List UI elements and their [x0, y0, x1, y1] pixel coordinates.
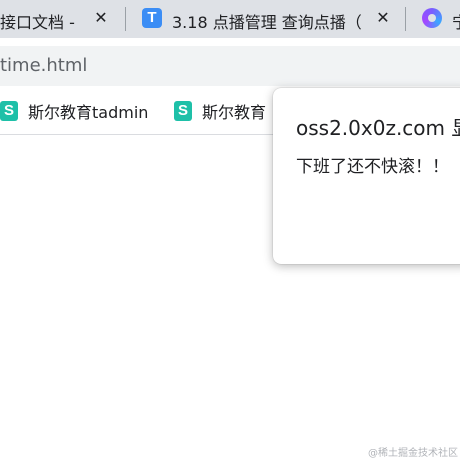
tab-close-icon[interactable]: ✕: [92, 9, 110, 27]
alert-dialog: oss2.0x0z.com 显 下班了还不快滚！！: [273, 88, 460, 264]
bookmark-label: 斯尔教育tadmin: [28, 103, 149, 122]
bookmark-sier[interactable]: S 斯尔教育: [174, 94, 266, 128]
watermark: @稀土掘金技术社区: [368, 448, 458, 459]
tab-title: 接口文档 -: [0, 13, 75, 32]
dialog-title: oss2.0x0z.com 显: [296, 116, 460, 140]
dialog-message: 下班了还不快滚！！: [296, 157, 449, 177]
address-url-text: time.html: [0, 55, 88, 76]
bookmark-label: 斯尔教育: [202, 103, 267, 122]
tab-vod-management[interactable]: T 3.18 点播管理 查询点播（: [126, 0, 402, 38]
tab-title: 3.18 点播管理 查询点播（: [172, 13, 362, 32]
toolbar: time.html: [0, 38, 460, 94]
sier-logo-icon: S: [174, 101, 192, 121]
sier-logo-icon: S: [0, 101, 18, 121]
bookmark-sier-tadmin[interactable]: S 斯尔教育tadmin: [0, 94, 148, 128]
tab-favicon-t-icon: T: [142, 8, 162, 28]
browser-window: 接口文档 - ✕ T 3.18 点播管理 查询点播（ ✕ 宁 time.html…: [0, 0, 460, 460]
address-bar[interactable]: time.html: [0, 46, 460, 86]
circle-logo-icon: [422, 8, 442, 28]
tab-strip: 接口文档 - ✕ T 3.18 点播管理 查询点播（ ✕ 宁: [0, 0, 460, 38]
tab-third[interactable]: 宁: [406, 0, 460, 38]
tab-title: 宁: [452, 9, 460, 33]
tab-close-icon[interactable]: ✕: [374, 9, 392, 27]
